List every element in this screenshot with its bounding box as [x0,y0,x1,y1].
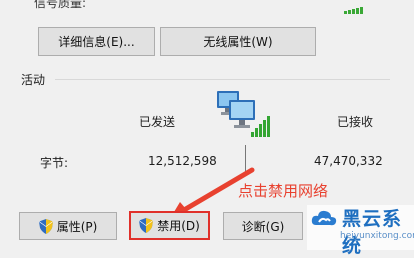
signal-strength-icon [344,0,364,14]
bytes-label: 字节: [40,156,69,170]
annotation-text: 点击禁用网络 [238,182,329,200]
properties-button[interactable]: 属性(P) [19,212,117,240]
activity-section-title: 活动 [21,73,46,87]
uac-shield-icon [139,218,154,233]
disable-button[interactable]: 禁用(D) [129,211,210,240]
sent-label: 已发送 [139,115,176,129]
disable-button-label: 禁用(D) [157,219,200,233]
cloud-logo-icon [311,210,337,226]
bytes-received-value: 47,470,332 [314,154,383,168]
details-button[interactable]: 详细信息(E)... [38,27,155,56]
diagnose-button-label: 诊断(G) [241,219,285,234]
wireless-properties-button[interactable]: 无线属性(W) [160,27,316,56]
watermark-url: heiyunxitong.com [340,231,414,241]
signal-quality-label: 信号质量: [34,0,87,10]
diagnose-button[interactable]: 诊断(G) [223,212,303,240]
received-label: 已接收 [337,115,374,129]
uac-shield-icon [38,218,53,234]
network-computers-icon [217,91,270,137]
properties-button-label: 属性(P) [56,219,98,234]
activity-divider [55,79,390,80]
